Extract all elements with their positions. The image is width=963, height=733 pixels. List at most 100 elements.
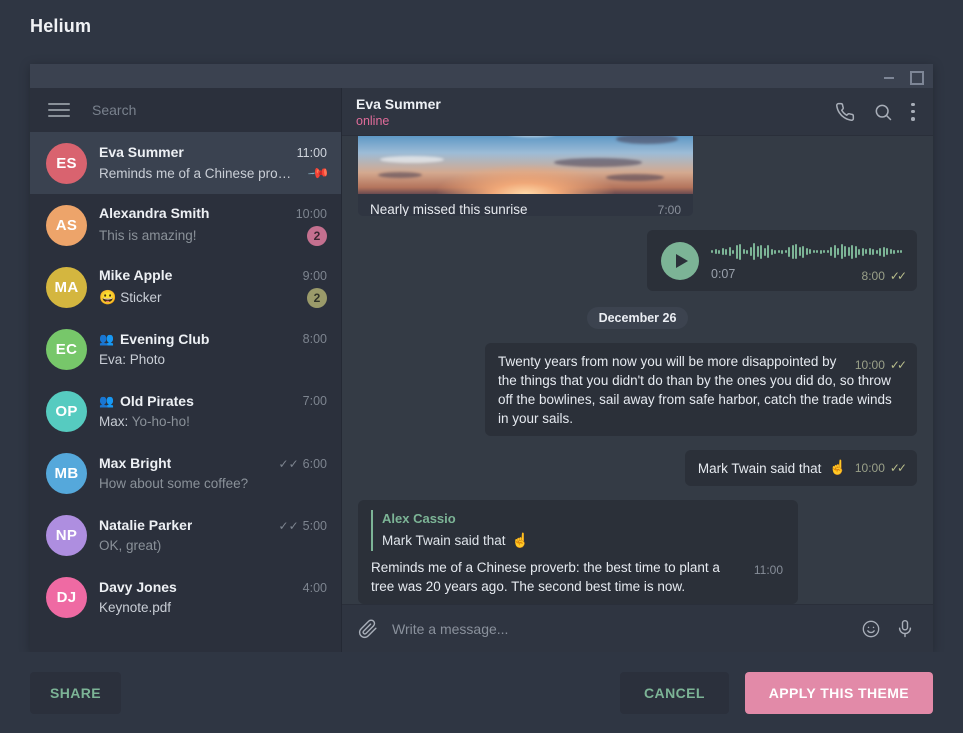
window-body: Search ES Eva Summer 11:00 Reminds me of… — [30, 88, 933, 652]
chat-panel: Eva Summer online Nearly missed this sun… — [342, 88, 933, 652]
message-body: Mark Twain said that — [697, 460, 822, 476]
smiley-icon[interactable] — [861, 619, 881, 639]
read-ticks-icon: ✓✓ — [278, 519, 299, 533]
unread-badge: 2 — [307, 287, 327, 308]
message-body: Reminds me of a Chinese proverb: the bes… — [371, 559, 720, 594]
chat-preview: OK, great) — [99, 538, 162, 553]
footer-actions: SHARE CANCEL APPLY THIS THEME — [0, 652, 963, 733]
avatar: NP — [46, 514, 87, 556]
share-button[interactable]: SHARE — [30, 671, 122, 714]
date-separator: December 26 — [586, 306, 689, 329]
quote-text: Mark Twain said that — [382, 533, 506, 549]
chat-preview: 😀 Sticker — [99, 289, 299, 306]
avatar: MB — [46, 452, 87, 494]
chat-name: Davy Jones — [99, 579, 177, 595]
group-icon: 👥 — [99, 394, 114, 408]
message-text[interactable]: 10:00 ✓✓ Twenty years from now you will … — [485, 342, 917, 437]
quote-text-row: Mark Twain said that ☝️ — [382, 531, 785, 551]
message-list: Nearly missed this sunrise 7:00 0:07 8:0… — [342, 136, 933, 604]
avatar: AS — [46, 204, 87, 246]
message-photo[interactable]: Nearly missed this sunrise 7:00 — [358, 136, 693, 216]
quote-author: Alex Cassio — [382, 511, 456, 527]
chat-list-item-natalie-parker[interactable]: NP Natalie Parker ✓✓ 5:00 OK, great) — [30, 504, 341, 566]
chat-list-item-old-pirates[interactable]: OP 👥 Old Pirates 7:00 Max: Yo-ho-ho! — [30, 380, 341, 442]
message-voice[interactable]: 0:07 8:00 ✓✓ — [647, 229, 917, 291]
message-row-text-short: Mark Twain said that ☝️ 10:00 ✓✓ — [358, 450, 917, 487]
phone-icon[interactable] — [835, 102, 855, 122]
message-row-reply: Alex Cassio Mark Twain said that ☝️ 11:0… — [358, 500, 917, 604]
chat-window: Search ES Eva Summer 11:00 Reminds me of… — [30, 64, 933, 652]
chat-header-actions — [835, 102, 915, 122]
pointing-up-emoji: ☝️ — [829, 459, 847, 476]
chat-header-info: Eva Summer online — [356, 96, 825, 128]
chat-name: 👥 Evening Club — [99, 331, 209, 347]
chat-time: 10:00 — [295, 206, 327, 221]
apply-theme-button[interactable]: APPLY THIS THEME — [744, 671, 933, 714]
chat-name-text: Old Pirates — [119, 393, 194, 409]
quoted-message[interactable]: Alex Cassio Mark Twain said that ☝️ — [371, 510, 785, 551]
chat-preview-text: Sticker — [120, 290, 162, 305]
photo-caption-row: Nearly missed this sunrise 7:00 — [358, 194, 693, 216]
avatar: ES — [46, 142, 87, 184]
waveform — [711, 242, 903, 262]
message-meta: 8:00 ✓✓ — [861, 268, 907, 283]
sidebar: Search ES Eva Summer 11:00 Reminds me of… — [30, 88, 342, 652]
message-reply[interactable]: Alex Cassio Mark Twain said that ☝️ 11:0… — [358, 500, 798, 604]
microphone-icon[interactable] — [895, 619, 915, 639]
chat-header: Eva Summer online — [342, 88, 933, 136]
chat-name: 👥 Old Pirates — [99, 393, 194, 409]
message-time: 10:00 — [854, 460, 885, 475]
message-time: 11:00 — [753, 562, 783, 577]
chat-preview: This is amazing! — [99, 228, 197, 243]
message-input[interactable]: Write a message... — [392, 621, 847, 637]
avatar: OP — [46, 390, 87, 432]
cancel-button[interactable]: CANCEL — [620, 671, 729, 714]
paperclip-icon[interactable] — [358, 619, 378, 639]
chat-preview: Reminds me of a Chinese pro… — [99, 166, 292, 181]
chat-list-item-alexandra-smith[interactable]: AS Alexandra Smith 10:00 This is amazing… — [30, 194, 341, 256]
chat-list-item-mike-apple[interactable]: MA Mike Apple 9:00 😀 Sticker 2 — [30, 256, 341, 318]
chat-name: Eva Summer — [99, 144, 184, 160]
chat-name: Max Bright — [99, 455, 172, 471]
chat-header-status: online — [356, 113, 390, 128]
pin-icon: 📌 — [306, 161, 331, 185]
chat-list: ES Eva Summer 11:00 Reminds me of a Chin… — [30, 132, 341, 652]
maximize-icon[interactable] — [909, 70, 924, 85]
read-ticks-icon: ✓✓ — [278, 457, 299, 471]
chat-preview-text: Yo-ho-ho! — [131, 414, 190, 429]
message-row-voice: 0:07 8:00 ✓✓ — [358, 229, 917, 291]
search-icon[interactable] — [873, 102, 893, 122]
chat-list-item-max-bright[interactable]: MB Max Bright ✓✓ 6:00 How about some coff… — [30, 442, 341, 504]
sidebar-search-row: Search — [30, 88, 341, 132]
search-input[interactable]: Search — [92, 102, 136, 118]
chat-time: 8:00 — [302, 332, 327, 346]
message-meta: 10:00 ✓✓ — [855, 357, 907, 374]
more-vertical-icon[interactable] — [911, 102, 915, 121]
chat-time: 4:00 — [302, 581, 327, 595]
chat-list-item-eva-summer[interactable]: ES Eva Summer 11:00 Reminds me of a Chin… — [30, 132, 341, 194]
chat-time: 11:00 — [296, 146, 327, 160]
chat-name: Mike Apple — [99, 266, 173, 283]
play-icon[interactable] — [661, 241, 699, 280]
chat-name: Natalie Parker — [99, 517, 193, 533]
minimize-icon[interactable] — [883, 70, 895, 82]
message-text[interactable]: Mark Twain said that ☝️ 10:00 ✓✓ — [684, 450, 917, 487]
read-ticks-icon: ✓✓ — [889, 357, 907, 372]
photo-caption: Nearly missed this sunrise — [370, 202, 528, 216]
read-ticks-icon: ✓✓ — [889, 460, 907, 475]
chat-preview: Max: Yo-ho-ho! — [99, 414, 327, 429]
photo-thumbnail — [358, 136, 693, 194]
reply-body-row: 11:00 Reminds me of a Chinese proverb: t… — [371, 558, 785, 596]
window-titlebar — [30, 64, 933, 88]
message-time: 8:00 — [861, 268, 885, 283]
hamburger-icon[interactable] — [48, 103, 70, 117]
chat-list-item-evening-club[interactable]: EC 👥 Evening Club 8:00 Eva: Photo — [30, 318, 341, 380]
chat-name: Alexandra Smith — [99, 204, 210, 221]
message-composer: Write a message... — [342, 604, 933, 652]
avatar: EC — [46, 328, 87, 370]
chat-time-text: 5:00 — [302, 519, 327, 533]
pointing-up-emoji: ☝️ — [511, 531, 529, 548]
avatar: DJ — [46, 576, 87, 618]
page-title: Helium — [30, 16, 92, 36]
chat-list-item-davy-jones[interactable]: DJ Davy Jones 4:00 Keynote.pdf — [30, 566, 341, 628]
